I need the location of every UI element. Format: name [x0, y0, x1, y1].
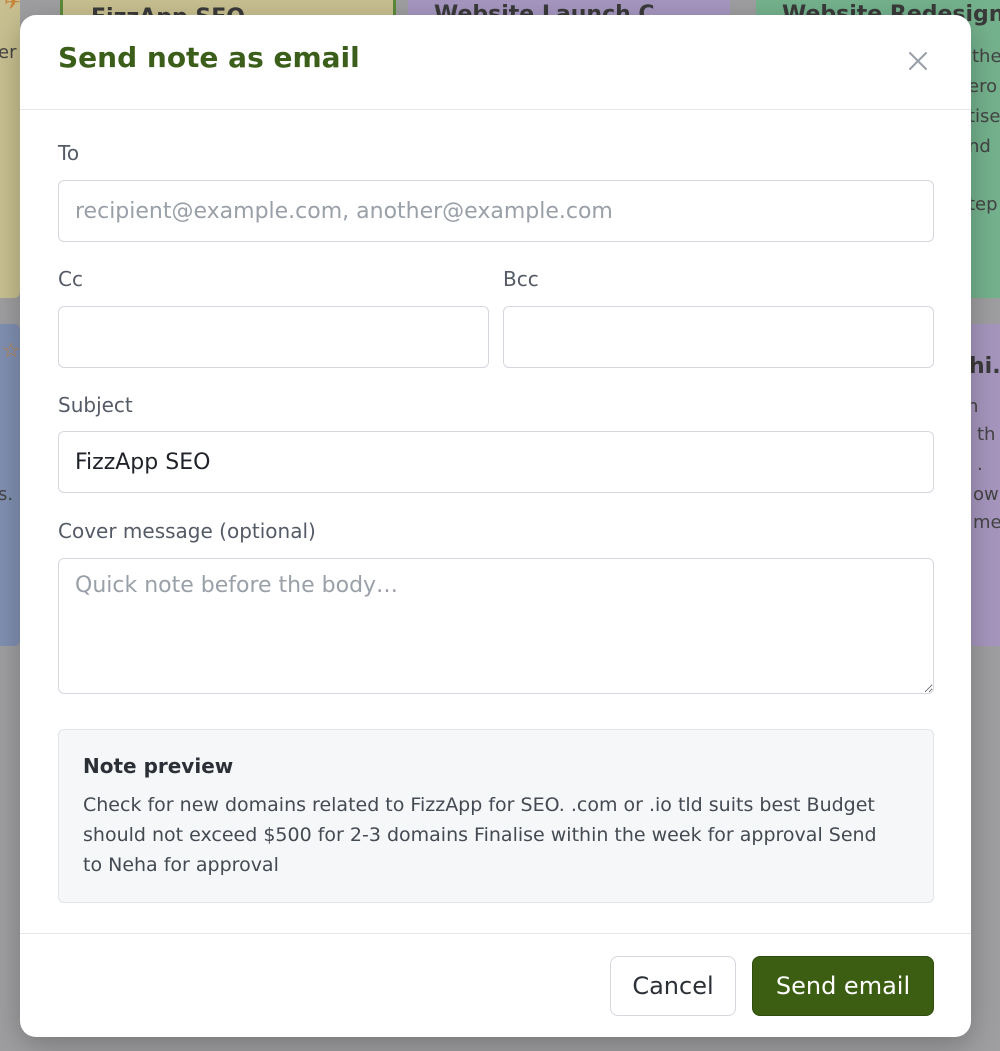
note-text-fragment: nd — [968, 136, 991, 157]
cover-message-textarea[interactable] — [58, 558, 934, 694]
cover-message-label: Cover message (optional) — [58, 519, 316, 543]
note-title: hi. — [969, 354, 1000, 379]
note-card: er ✈ — [0, 0, 20, 298]
note-preview-panel: Note preview Check for new domains relat… — [58, 729, 934, 903]
close-icon — [909, 52, 927, 70]
note-preview-body: Check for new domains related to FizzApp… — [83, 794, 877, 876]
note-preview-title: Note preview — [83, 754, 234, 778]
to-input[interactable] — [58, 180, 934, 242]
close-button[interactable] — [900, 43, 936, 79]
send-email-dialog: Send note as email To Cc Bcc Subject Cov… — [20, 15, 971, 1037]
bcc-input[interactable] — [503, 306, 934, 368]
note-text-fragment: tise — [968, 106, 1000, 127]
note-card: ☆ s. — [0, 324, 20, 646]
cancel-button[interactable]: Cancel — [610, 956, 736, 1016]
note-text-fragment: ow — [973, 484, 999, 505]
note-text-fragment: er — [0, 42, 17, 63]
note-text-fragment: . — [977, 454, 983, 475]
to-label: To — [58, 141, 80, 165]
pin-icon: ☆ — [2, 338, 20, 362]
cc-label: Cc — [58, 267, 83, 291]
note-text-fragment: me — [973, 512, 1000, 533]
dialog-title: Send note as email — [58, 41, 360, 74]
note-text-fragment: tep — [968, 194, 998, 215]
dialog-header: Send note as email — [20, 15, 971, 110]
dialog-footer: Cancel Send email — [20, 933, 971, 1037]
send-email-button[interactable]: Send email — [752, 956, 934, 1016]
note-text-fragment: the — [972, 46, 1000, 67]
note-text-fragment: s. — [0, 484, 14, 505]
pin-icon: ✈ — [4, 0, 20, 14]
note-text-fragment: ero — [968, 76, 998, 97]
subject-label: Subject — [58, 393, 133, 417]
bcc-label: Bcc — [503, 267, 539, 291]
cc-input[interactable] — [58, 306, 489, 368]
subject-input[interactable] — [58, 431, 934, 493]
note-text-fragment: th — [977, 424, 996, 445]
